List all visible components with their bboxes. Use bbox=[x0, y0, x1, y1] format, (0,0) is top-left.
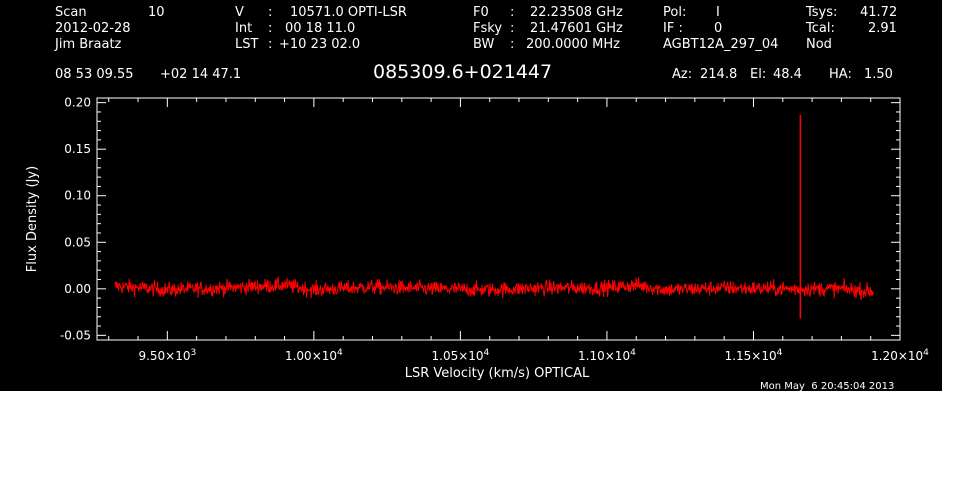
y-tick-label: 0.00 bbox=[64, 282, 91, 296]
y-axis-label: Flux Density (Jy) bbox=[25, 166, 40, 272]
y-tick-label: 0.10 bbox=[64, 189, 91, 203]
spectrum-line bbox=[114, 276, 875, 300]
y-tick-label: 0.20 bbox=[64, 96, 91, 110]
x-tick-label: 1.15×104 bbox=[725, 348, 783, 363]
y-tick-label: 0.05 bbox=[64, 235, 91, 249]
y-tick-label: -0.05 bbox=[60, 328, 91, 342]
x-tick-label: 1.05×104 bbox=[432, 348, 490, 363]
x-tick-label: 1.10×104 bbox=[578, 348, 636, 363]
x-axis-label: LSR Velocity (km/s) OPTICAL bbox=[405, 366, 590, 381]
timestamp: Mon May 6 20:45:04 2013 bbox=[760, 381, 895, 392]
y-tick-label: 0.15 bbox=[64, 142, 91, 156]
plot-panel: Scan 10 2012-02-28 Jim Braatz V : 10571.… bbox=[0, 0, 942, 392]
x-tick-label: 9.50×103 bbox=[138, 348, 196, 363]
plot-frame bbox=[96, 97, 901, 341]
spectrum-chart: 9.50×103 1.00×104 1.05×104 1.10×104 1.15×104… bbox=[25, 96, 929, 381]
x-tick-label: 1.00×104 bbox=[285, 348, 343, 363]
x-tick-label: 1.20×104 bbox=[871, 348, 929, 363]
